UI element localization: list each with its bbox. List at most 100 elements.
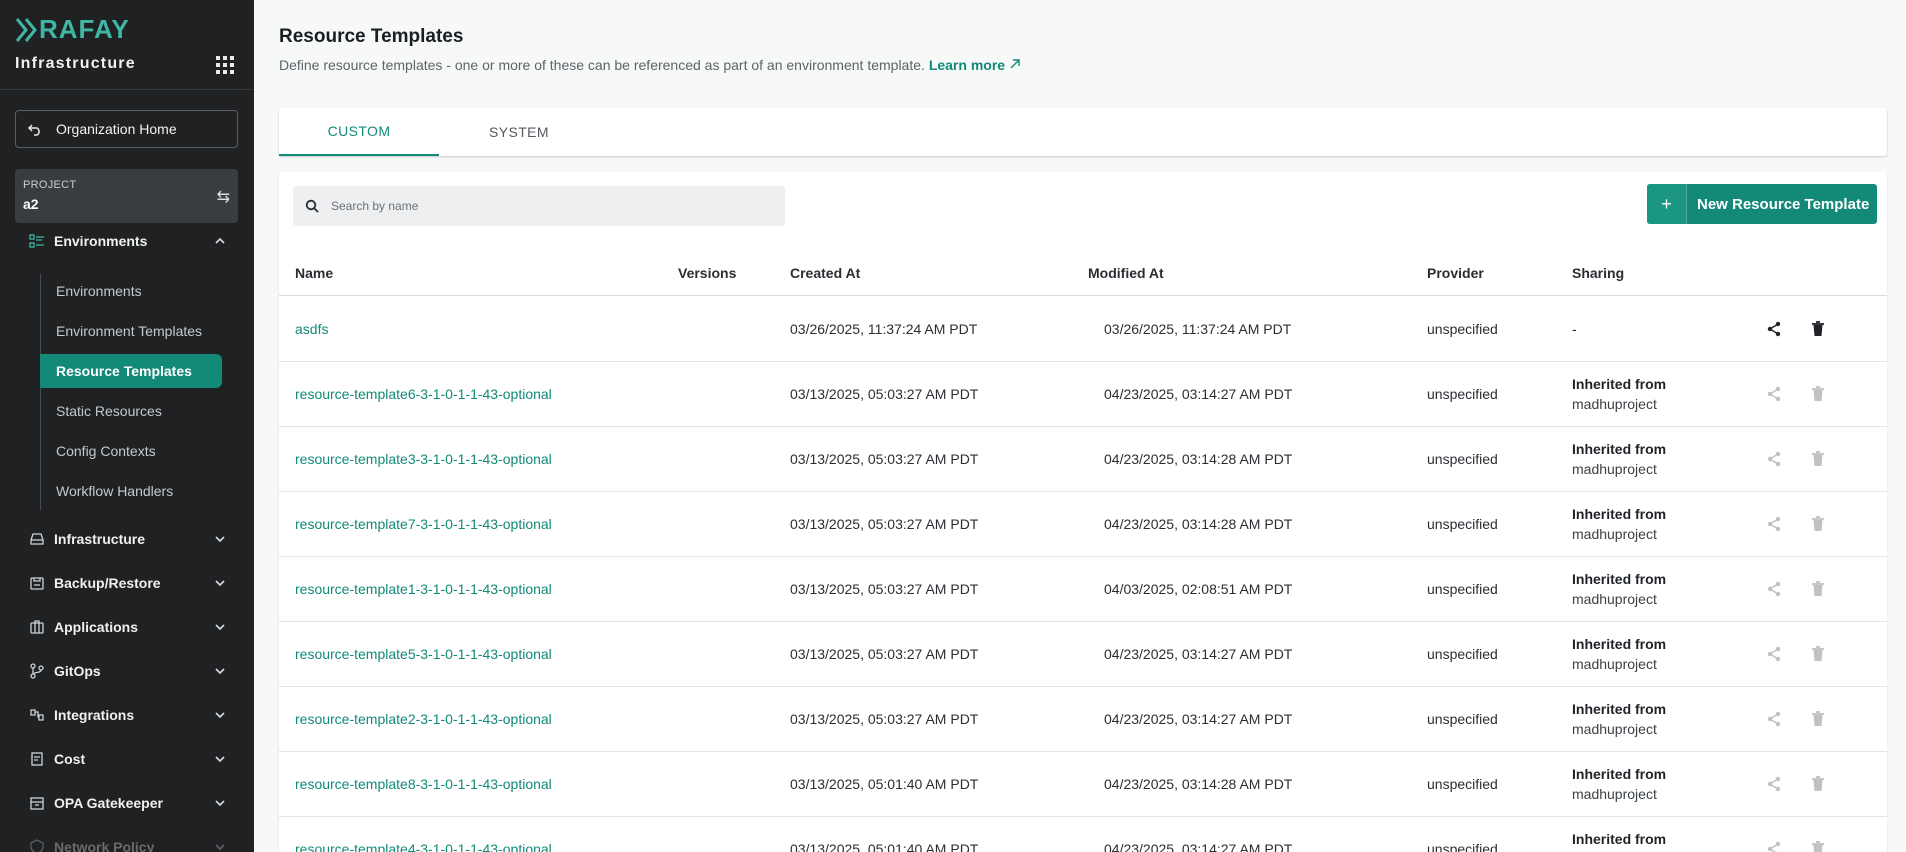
template-name-link[interactable]: resource-template4-3-1-0-1-1-43-optional bbox=[295, 841, 552, 852]
organization-home-label: Organization Home bbox=[56, 121, 177, 137]
sidebar-item-workflow-handlers[interactable]: Workflow Handlers bbox=[40, 474, 222, 508]
template-name-link[interactable]: resource-template3-3-1-0-1-1-43-optional bbox=[295, 451, 552, 467]
delete-icon[interactable] bbox=[1808, 644, 1828, 664]
app-name: Infrastructure bbox=[15, 55, 136, 72]
table-row[interactable]: resource-template8-3-1-0-1-1-43-optional… bbox=[279, 752, 1887, 817]
delete-icon[interactable] bbox=[1808, 384, 1828, 404]
search-input[interactable] bbox=[331, 199, 771, 213]
created-at: 03/13/2025, 05:03:27 AM PDT bbox=[790, 451, 979, 467]
provider: unspecified bbox=[1427, 321, 1498, 337]
tab-system[interactable]: SYSTEM bbox=[439, 108, 599, 156]
share-icon[interactable] bbox=[1764, 579, 1784, 599]
delete-icon[interactable] bbox=[1808, 514, 1828, 534]
nav-group-integrations[interactable]: Integrations bbox=[0, 697, 254, 733]
nav-group-label: OPA Gatekeeper bbox=[54, 795, 163, 811]
sharing-source-project: madhuproject bbox=[1572, 656, 1657, 672]
template-name-link[interactable]: resource-template7-3-1-0-1-1-43-optional bbox=[295, 516, 552, 532]
rafay-logo[interactable]: RAFAY bbox=[15, 14, 130, 45]
delete-icon[interactable] bbox=[1808, 579, 1828, 599]
nav-group-network-policy[interactable]: Network Policy bbox=[0, 829, 254, 852]
share-icon[interactable] bbox=[1764, 839, 1784, 852]
sharing: Inherited frommadhuproject bbox=[1572, 506, 1666, 542]
gatekeeper-icon bbox=[28, 794, 46, 812]
column-header-sharing[interactable]: Sharing bbox=[1572, 265, 1624, 281]
delete-icon[interactable] bbox=[1808, 839, 1828, 852]
new-resource-template-button[interactable]: + New Resource Template bbox=[1647, 184, 1877, 224]
modified-at: 04/03/2025, 02:08:51 AM PDT bbox=[1104, 581, 1293, 597]
search-box[interactable] bbox=[293, 186, 785, 226]
sharing-status: Inherited from bbox=[1572, 506, 1667, 522]
template-name-link[interactable]: resource-template6-3-1-0-1-1-43-optional bbox=[295, 386, 552, 402]
chevron-down-icon bbox=[215, 624, 225, 631]
column-header-name[interactable]: Name bbox=[295, 265, 333, 281]
nav-group-label: Backup/Restore bbox=[54, 575, 161, 591]
modified-at: 04/23/2025, 03:14:28 AM PDT bbox=[1104, 516, 1293, 532]
template-name-link[interactable]: resource-template5-3-1-0-1-1-43-optional bbox=[295, 646, 552, 662]
tab-custom[interactable]: CUSTOM bbox=[279, 108, 439, 156]
template-name-link[interactable]: resource-template1-3-1-0-1-1-43-optional bbox=[295, 581, 552, 597]
delete-icon[interactable] bbox=[1808, 774, 1828, 794]
nav-group-cost[interactable]: Cost bbox=[0, 741, 254, 777]
nav-group-infrastructure[interactable]: Infrastructure bbox=[0, 521, 254, 557]
backup-icon bbox=[28, 574, 46, 592]
page-subtitle: Define resource templates - one or more … bbox=[279, 57, 1021, 73]
nav-group-gitops[interactable]: GitOps bbox=[0, 653, 254, 689]
sharing-status: - bbox=[1572, 321, 1577, 337]
sharing: Inherited frommadhuproject bbox=[1572, 701, 1666, 737]
provider: unspecified bbox=[1427, 841, 1498, 852]
provider: unspecified bbox=[1427, 386, 1498, 402]
template-name-link[interactable]: asdfs bbox=[295, 321, 328, 337]
table-row[interactable]: resource-template5-3-1-0-1-1-43-optional… bbox=[279, 622, 1887, 687]
delete-icon[interactable] bbox=[1808, 709, 1828, 729]
table-row[interactable]: asdfs 03/26/2025, 11:37:24 AM PDT 03/26/20… bbox=[279, 297, 1887, 362]
nav-group-environments[interactable]: Environments bbox=[0, 223, 254, 259]
table-row[interactable]: resource-template1-3-1-0-1-1-43-optional… bbox=[279, 557, 1887, 622]
sidebar-item-resource-templates[interactable]: Resource Templates bbox=[40, 354, 222, 388]
drive-icon bbox=[28, 530, 46, 548]
share-icon[interactable] bbox=[1764, 774, 1784, 794]
project-selector[interactable]: PROJECT a2 ⇆ bbox=[15, 169, 238, 223]
chevron-down-icon bbox=[215, 536, 225, 543]
table-row[interactable]: resource-template4-3-1-0-1-1-43-optional… bbox=[279, 817, 1887, 852]
modified-at: 04/23/2025, 03:14:27 AM PDT bbox=[1104, 386, 1293, 402]
sidebar-item-config-contexts[interactable]: Config Contexts bbox=[40, 434, 222, 468]
sidebar-item-environment-templates[interactable]: Environment Templates bbox=[40, 314, 222, 348]
template-name-link[interactable]: resource-template8-3-1-0-1-1-43-optional bbox=[295, 776, 552, 792]
table-row[interactable]: resource-template7-3-1-0-1-1-43-optional… bbox=[279, 492, 1887, 557]
delete-icon[interactable] bbox=[1808, 449, 1828, 469]
nav-group-opa-gatekeeper[interactable]: OPA Gatekeeper bbox=[0, 785, 254, 821]
share-icon[interactable] bbox=[1764, 514, 1784, 534]
column-header-versions[interactable]: Versions bbox=[678, 265, 736, 281]
modified-at: 04/23/2025, 03:14:27 AM PDT bbox=[1104, 841, 1293, 852]
table-row[interactable]: resource-template6-3-1-0-1-1-43-optional… bbox=[279, 362, 1887, 427]
column-header-modified-at[interactable]: Modified At bbox=[1088, 265, 1164, 281]
share-icon[interactable] bbox=[1764, 319, 1784, 339]
sharing: Inherited frommadhuproject bbox=[1572, 831, 1666, 852]
swap-icon[interactable]: ⇆ bbox=[217, 187, 230, 207]
sidebar-item-static-resources[interactable]: Static Resources bbox=[40, 394, 222, 428]
chevron-up-icon bbox=[215, 237, 225, 244]
nav-group-applications[interactable]: Applications bbox=[0, 609, 254, 645]
sidebar-item-environments[interactable]: Environments bbox=[40, 274, 222, 308]
table-row[interactable]: resource-template3-3-1-0-1-1-43-optional… bbox=[279, 427, 1887, 492]
table-row[interactable]: resource-template2-3-1-0-1-1-43-optional… bbox=[279, 687, 1887, 752]
share-icon[interactable] bbox=[1764, 449, 1784, 469]
project-name: a2 bbox=[23, 196, 39, 212]
sharing: Inherited frommadhuproject bbox=[1572, 766, 1666, 802]
nav-group-backup-restore[interactable]: Backup/Restore bbox=[0, 565, 254, 601]
app-switcher-icon[interactable] bbox=[216, 56, 234, 74]
organization-home-button[interactable]: Organization Home bbox=[15, 110, 238, 148]
share-icon[interactable] bbox=[1764, 709, 1784, 729]
modified-at: 04/23/2025, 03:14:27 AM PDT bbox=[1104, 711, 1293, 727]
nav-group-label: Cost bbox=[54, 751, 86, 767]
share-icon[interactable] bbox=[1764, 644, 1784, 664]
modified-at: 04/23/2025, 03:14:28 AM PDT bbox=[1104, 776, 1293, 792]
learn-more-link[interactable]: Learn more bbox=[929, 57, 1021, 73]
chevron-down-icon bbox=[215, 844, 225, 851]
share-icon[interactable] bbox=[1764, 384, 1784, 404]
column-header-created-at[interactable]: Created At bbox=[790, 265, 860, 281]
column-header-provider[interactable]: Provider bbox=[1427, 265, 1484, 281]
learn-more-label: Learn more bbox=[928, 57, 1006, 73]
delete-icon[interactable] bbox=[1808, 319, 1828, 339]
template-name-link[interactable]: resource-template2-3-1-0-1-1-43-optional bbox=[295, 711, 552, 727]
